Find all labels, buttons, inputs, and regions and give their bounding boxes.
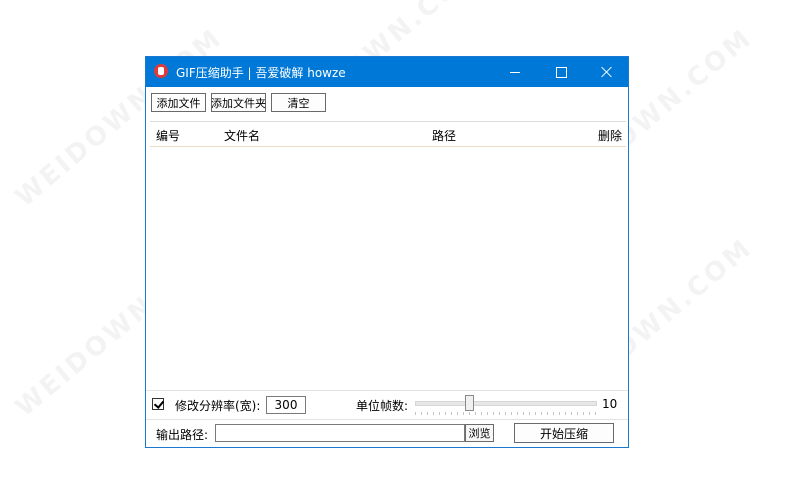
maximize-icon: [555, 66, 567, 78]
slider-tick: [589, 412, 590, 415]
column-header-filename[interactable]: 文件名: [224, 127, 260, 144]
close-button[interactable]: [584, 57, 630, 87]
fps-slider-thumb[interactable]: [465, 395, 474, 411]
app-window: GIF压缩助手 | 吾爱破解 howze 添加文件 添加文件夹 清空 编号 文件…: [145, 56, 629, 448]
output-path-input[interactable]: [215, 424, 465, 442]
output-path-label: 输出路径:: [156, 428, 209, 442]
add-folder-button[interactable]: 添加文件夹: [211, 93, 266, 112]
slider-tick: [469, 412, 470, 415]
slider-tick: [595, 412, 596, 415]
fps-value: 10: [602, 397, 618, 411]
slider-tick: [523, 412, 524, 415]
slider-tick: [463, 412, 464, 415]
slider-tick: [571, 412, 572, 415]
slider-tick: [553, 412, 554, 415]
slider-tick: [517, 412, 518, 415]
slider-tick: [541, 412, 542, 415]
slider-tick: [535, 412, 536, 415]
list-header: 编号 文件名 路径 删除: [150, 122, 626, 147]
slider-tick: [481, 412, 482, 415]
slider-tick: [445, 412, 446, 415]
app-icon: [154, 64, 168, 78]
fps-label: 单位帧数:: [356, 399, 409, 413]
add-file-button[interactable]: 添加文件: [151, 93, 206, 112]
slider-tick: [415, 412, 416, 415]
resize-checkbox[interactable]: [152, 398, 165, 410]
slider-tick: [529, 412, 530, 415]
column-header-delete[interactable]: 删除: [598, 127, 622, 144]
minimize-button[interactable]: [492, 57, 538, 87]
slider-tick: [565, 412, 566, 415]
slider-tick: [505, 412, 506, 415]
slider-tick: [433, 412, 434, 415]
slider-tick: [427, 412, 428, 415]
slider-tick: [511, 412, 512, 415]
start-compress-button[interactable]: 开始压缩: [514, 423, 614, 443]
slider-tick: [577, 412, 578, 415]
slider-tick: [583, 412, 584, 415]
clear-button[interactable]: 清空: [271, 93, 326, 112]
slider-tick: [547, 412, 548, 415]
slider-tick: [499, 412, 500, 415]
slider-tick: [493, 412, 494, 415]
maximize-button[interactable]: [538, 57, 584, 87]
column-header-path[interactable]: 路径: [432, 127, 456, 144]
browse-button[interactable]: 浏览: [465, 424, 494, 442]
slider-tick: [475, 412, 476, 415]
column-header-id[interactable]: 编号: [156, 127, 180, 144]
width-input[interactable]: 300: [266, 396, 306, 414]
fps-slider-ticks: [415, 412, 597, 415]
fps-slider-track[interactable]: [415, 401, 597, 406]
slider-tick: [421, 412, 422, 415]
slider-tick: [451, 412, 452, 415]
minimize-icon: [510, 71, 520, 73]
options-row: 修改分辨率(宽): 300 单位帧数: 10: [146, 390, 628, 420]
slider-tick: [439, 412, 440, 415]
output-row: 输出路径: 浏览 开始压缩: [146, 419, 628, 447]
title-bar[interactable]: GIF压缩助手 | 吾爱破解 howze: [146, 57, 628, 87]
check-icon: [153, 398, 165, 409]
slider-tick: [487, 412, 488, 415]
slider-tick: [559, 412, 560, 415]
close-icon: [601, 66, 613, 78]
slider-tick: [457, 412, 458, 415]
resize-label: 修改分辨率(宽):: [175, 399, 261, 413]
file-list[interactable]: 编号 文件名 路径 删除: [150, 121, 626, 388]
window-title: GIF压缩助手 | 吾爱破解 howze: [176, 66, 346, 80]
